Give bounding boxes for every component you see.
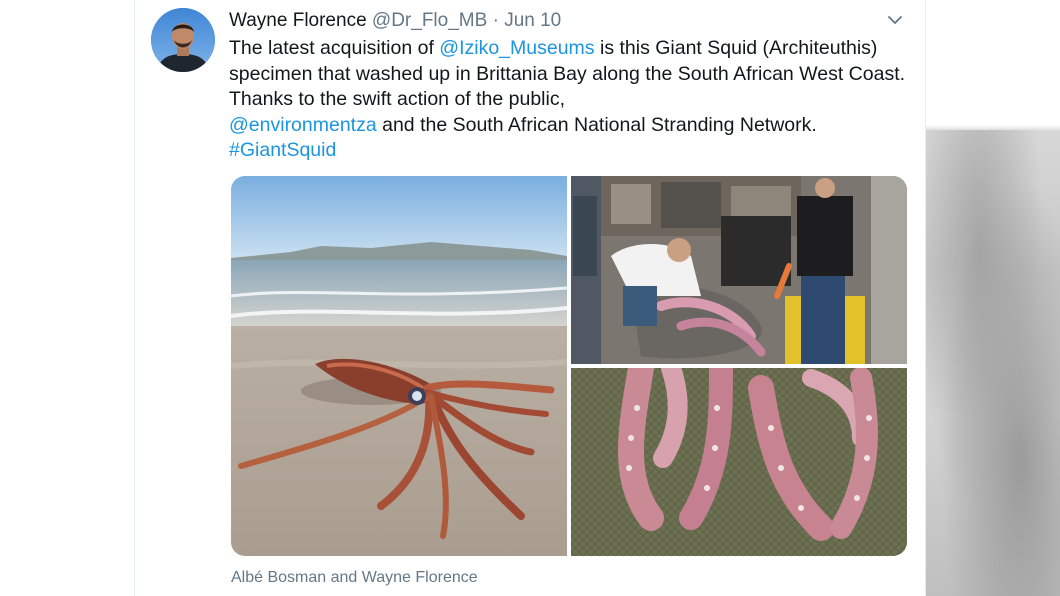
page-margin-left [0,0,134,596]
avatar-photo [151,8,215,72]
photo-squid-on-beach[interactable] [231,176,567,556]
tweet-text-part: The latest acquisition of [229,37,440,59]
tweet-header: Wayne Florence @Dr_Flo_MB · Jun 10 [229,10,561,32]
author-handle[interactable]: @Dr_Flo_MB [372,10,487,31]
tweet-text: The latest acquisition of @Iziko_Museums… [229,36,909,164]
header-separator: · [492,10,499,31]
mention-link-iziko[interactable]: @Iziko_Museums [439,37,594,59]
tweet-text-part: and the South African National Stranding… [376,113,817,136]
media-credit: Albé Bosman and Wayne Florence [231,569,478,586]
author-name[interactable]: Wayne Florence [229,10,367,31]
photo-lab-examination[interactable] [571,176,907,364]
media-grid [231,176,907,556]
photo-tentacles-closeup[interactable] [571,368,907,556]
tweet-card[interactable]: Wayne Florence @Dr_Flo_MB · Jun 10 The l… [134,0,926,596]
hashtag-link[interactable]: #GiantSquid [229,139,336,161]
background-blurred-image [926,0,1060,596]
tweet-date[interactable]: Jun 10 [504,10,561,31]
chevron-down-icon[interactable] [885,10,905,30]
mention-link-environment[interactable]: @environmentza [229,114,377,136]
avatar[interactable] [151,8,215,72]
